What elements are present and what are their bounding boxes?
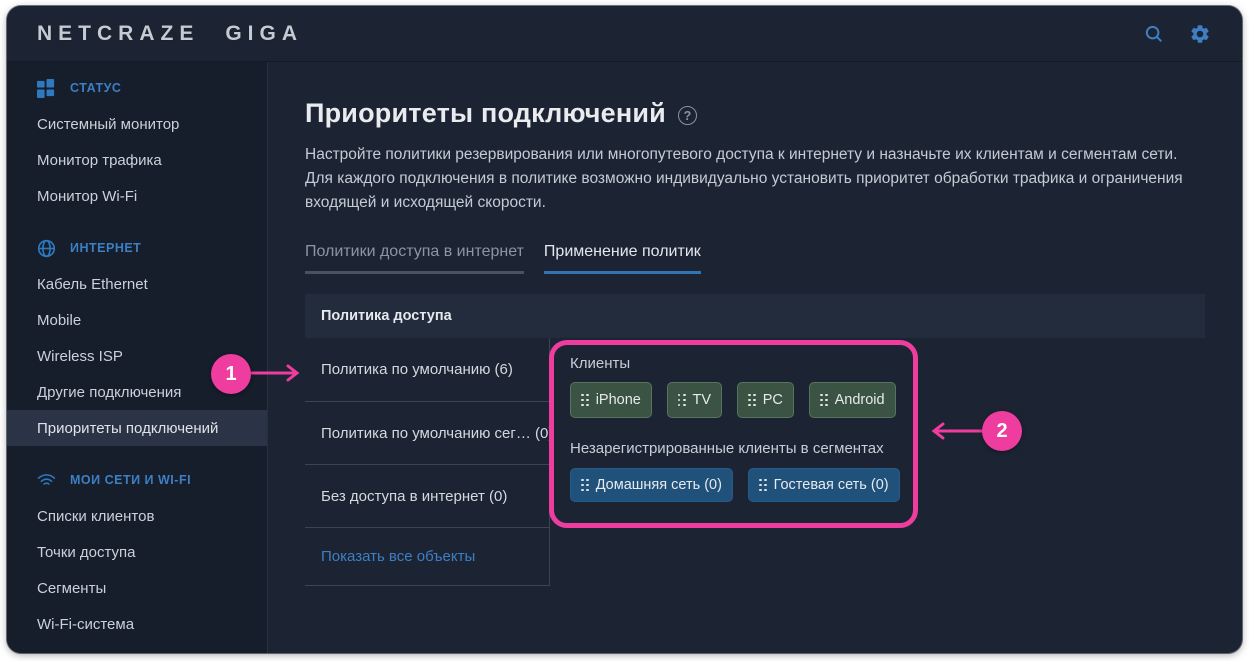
sidebar-section-status: СТАТУС Системный монитор Монитор трафика…: [7, 70, 267, 214]
sidebar-item-wireless-isp[interactable]: Wireless ISP: [7, 338, 267, 374]
wifi-icon: [37, 471, 56, 490]
table-header: Политика доступа: [305, 294, 1205, 338]
table-row-no-internet[interactable]: Без доступа в интернет (0): [305, 465, 549, 528]
page-description: Настройте политики резервирования или мн…: [305, 143, 1205, 215]
table-row-default-policy-seg[interactable]: Политика по умолчанию сег… (0): [305, 402, 549, 465]
client-chip-label: PC: [763, 392, 783, 408]
page-title: Приоритеты подключений: [305, 98, 666, 129]
segments-label: Незарегистрированные клиенты в сегментах: [570, 440, 900, 458]
clients-column: Клиенты iPhone TV: [550, 338, 1205, 528]
drag-handle-icon[interactable]: [581, 394, 589, 407]
sidebar-item-access-points[interactable]: Точки доступа: [7, 534, 267, 570]
sidebar-item-mobile[interactable]: Mobile: [7, 302, 267, 338]
sidebar-section-internet: ИНТЕРНЕТ Кабель Ethernet Mobile Wireless…: [7, 230, 267, 446]
sidebar-header-label: МОИ СЕТИ И WI-FI: [70, 473, 191, 487]
client-chip-tv[interactable]: TV: [667, 382, 722, 418]
sidebar-item-other-connections[interactable]: Другие подключения: [7, 374, 267, 410]
sidebar-item-ethernet[interactable]: Кабель Ethernet: [7, 266, 267, 302]
segment-chip-label: Гостевая сеть (0): [774, 477, 889, 493]
annotation-highlight-box: Клиенты iPhone TV: [549, 340, 918, 528]
show-all-objects-link[interactable]: Показать все объекты: [305, 528, 549, 586]
client-chips: iPhone TV PC: [570, 382, 900, 418]
sidebar-header-my-networks: МОИ СЕТИ И WI-FI: [7, 462, 267, 498]
sidebar-item-system-monitor[interactable]: Системный монитор: [7, 106, 267, 142]
segment-chip-label: Домашняя сеть (0): [596, 477, 722, 493]
table-header-label: Политика доступа: [321, 308, 452, 324]
segment-chip-home[interactable]: Домашняя сеть (0): [570, 468, 733, 502]
drag-handle-icon[interactable]: [759, 479, 767, 492]
topbar: NETCRAZE GIGA: [7, 6, 1242, 62]
policy-column: Политика по умолчанию (6) Политика по ум…: [305, 338, 550, 586]
sidebar-header-status: СТАТУС: [7, 70, 267, 106]
brand-logo-part2: GIGA: [225, 22, 303, 46]
main-content: Приоритеты подключений ? Настройте полит…: [269, 62, 1242, 653]
client-chip-iphone[interactable]: iPhone: [570, 382, 652, 418]
drag-handle-icon[interactable]: [678, 394, 686, 407]
sidebar-item-wifi-monitor[interactable]: Монитор Wi-Fi: [7, 178, 267, 214]
brand-logo: NETCRAZE GIGA: [37, 22, 303, 46]
client-chip-pc[interactable]: PC: [737, 382, 794, 418]
app-window: NETCRAZE GIGA: [7, 6, 1242, 653]
client-chip-label: Android: [835, 392, 885, 408]
sidebar-header-label: СТАТУС: [70, 81, 121, 95]
brand-logo-part1: NETCRAZE: [37, 22, 199, 46]
clients-label: Клиенты: [570, 355, 900, 373]
sidebar: СТАТУС Системный монитор Монитор трафика…: [7, 62, 268, 653]
sidebar-item-segments[interactable]: Сегменты: [7, 570, 267, 606]
sidebar-header-label: ИНТЕРНЕТ: [70, 241, 141, 255]
search-icon[interactable]: [1142, 22, 1166, 46]
sidebar-item-wifi-system[interactable]: Wi-Fi-система: [7, 606, 267, 642]
drag-handle-icon[interactable]: [581, 479, 589, 492]
segment-chips: Домашняя сеть (0) Гостевая сеть (0): [570, 468, 900, 502]
help-icon[interactable]: ?: [678, 106, 697, 125]
client-chip-android[interactable]: Android: [809, 382, 896, 418]
dashboard-icon: [37, 79, 56, 98]
drag-handle-icon[interactable]: [748, 394, 756, 407]
tab-access-policies[interactable]: Политики доступа в интернет: [305, 243, 524, 274]
policy-table: Политика доступа Политика по умолчанию (…: [305, 294, 1205, 586]
globe-icon: [37, 239, 56, 258]
tab-bar: Политики доступа в интернет Применение п…: [305, 243, 1205, 274]
gear-icon[interactable]: [1188, 22, 1212, 46]
sidebar-header-internet: ИНТЕРНЕТ: [7, 230, 267, 266]
sidebar-item-client-lists[interactable]: Списки клиентов: [7, 498, 267, 534]
table-row-default-policy[interactable]: Политика по умолчанию (6): [305, 338, 549, 402]
client-chip-label: TV: [693, 392, 712, 408]
client-chip-label: iPhone: [596, 392, 641, 408]
sidebar-item-traffic-monitor[interactable]: Монитор трафика: [7, 142, 267, 178]
tab-policy-application[interactable]: Применение политик: [544, 243, 701, 274]
sidebar-item-connection-priorities[interactable]: Приоритеты подключений: [7, 410, 267, 446]
drag-handle-icon[interactable]: [820, 394, 828, 407]
sidebar-section-my-networks: МОИ СЕТИ И WI-FI Списки клиентов Точки д…: [7, 462, 267, 642]
segment-chip-guest[interactable]: Гостевая сеть (0): [748, 468, 900, 502]
